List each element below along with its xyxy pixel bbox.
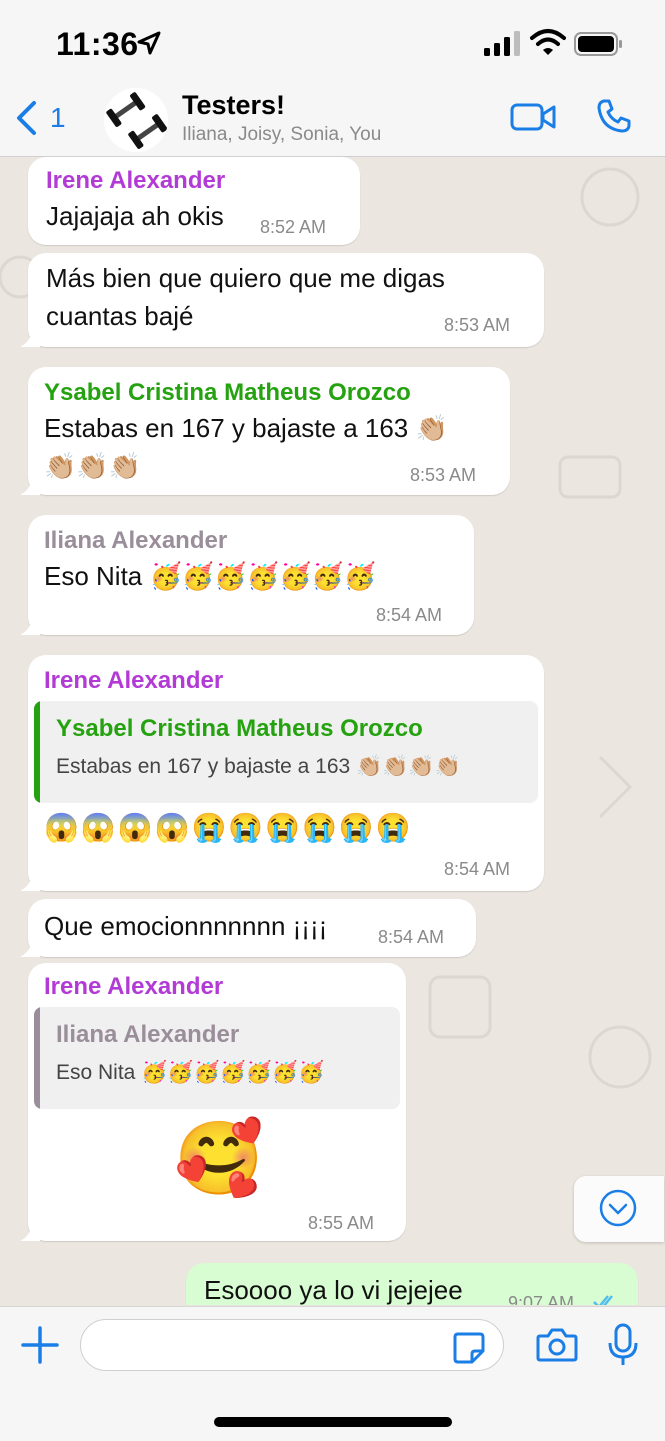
location-arrow-icon [137, 31, 161, 55]
bubble-tail [20, 937, 40, 957]
bubble-tail [20, 871, 40, 891]
quoted-sender: Iliana Alexander [56, 1021, 240, 1048]
phone-icon[interactable] [596, 98, 632, 134]
quote-bar [34, 701, 40, 803]
message-text: Eso Nita 🥳🥳🥳🥳🥳🥳🥳 [44, 561, 377, 591]
bubble-tail [20, 615, 40, 635]
video-call-icon[interactable] [510, 102, 556, 132]
message-time: 8:52 AM [260, 217, 327, 237]
quoted-text: Estabas en 167 y bajaste a 163 👏🏼👏🏼👏🏼👏🏼 [56, 755, 461, 778]
message-text: Esoooo ya lo vi jejejee [204, 1275, 463, 1305]
message-bubble[interactable]: Ysabel Cristina Matheus Orozco Estabas e… [20, 367, 510, 495]
signal-icon [484, 31, 520, 56]
message-text: 😱😱😱😱😭😭😭😭😭😭 [44, 812, 413, 843]
sender-name: Irene Alexander [44, 667, 224, 694]
message-text: Estabas en 167 y bajaste a 163 👏🏼 [44, 413, 448, 443]
message-time: 8:54 AM [444, 859, 511, 879]
status-bar: 11:36 [0, 0, 665, 88]
scroll-down-icon [599, 1189, 637, 1227]
message-bubble[interactable]: Irene Alexander Iliana Alexander Eso Nit… [20, 963, 406, 1241]
quoted-sender: Ysabel Cristina Matheus Orozco [56, 715, 423, 742]
bubble-tail [20, 475, 40, 495]
message-time: 8:54 AM [378, 927, 445, 947]
camera-icon[interactable] [536, 1327, 578, 1363]
message-input[interactable] [80, 1319, 504, 1371]
sticker-emoji: 🥰 [174, 1119, 264, 1199]
mic-icon[interactable] [606, 1323, 640, 1367]
dumbbell-icon [106, 92, 168, 149]
message-time: 8:55 AM [308, 1213, 375, 1233]
sticker-icon[interactable] [452, 1331, 486, 1365]
chat-header: 1 Testers! Iliana, Joisy, Sonia, You [0, 88, 665, 157]
back-count[interactable]: 1 [50, 102, 66, 134]
chat-subtitle[interactable]: Iliana, Joisy, Sonia, You [182, 124, 381, 146]
message-text: cuantas bajé [46, 301, 194, 331]
sender-name: Irene Alexander [46, 167, 226, 194]
message-time: 8:53 AM [444, 315, 511, 335]
back-chevron-icon[interactable] [14, 100, 38, 136]
composer-bar [0, 1306, 665, 1441]
plus-icon[interactable] [20, 1325, 60, 1365]
battery-icon [574, 32, 622, 56]
message-bubble[interactable]: Irene Alexander Ysabel Cristina Matheus … [20, 655, 544, 891]
message-time: 8:54 AM [376, 605, 443, 625]
group-avatar[interactable] [104, 88, 168, 152]
status-time: 11:36 [56, 26, 139, 62]
wifi-icon [530, 29, 566, 55]
message-bubble-outgoing[interactable]: Esoooo ya lo vi jejejee 9:07 AM [186, 1263, 638, 1305]
message-bubble[interactable]: Más bien que quiero que me digas cuantas… [20, 253, 544, 347]
message-bubble[interactable]: Irene Alexander Jajajaja ah okis 8:52 AM [28, 157, 360, 245]
message-bubble[interactable]: Que emocionnnnnnn ¡¡¡¡ 8:54 AM [20, 899, 476, 957]
sender-name: Ysabel Cristina Matheus Orozco [44, 379, 411, 406]
home-indicator [214, 1417, 452, 1427]
message-bubble[interactable]: Iliana Alexander Eso Nita 🥳🥳🥳🥳🥳🥳🥳 8:54 A… [20, 515, 474, 635]
message-time: 8:53 AM [410, 465, 477, 485]
sender-name: Irene Alexander [44, 973, 224, 1000]
quoted-message[interactable]: Iliana Alexander Eso Nita 🥳🥳🥳🥳🥳🥳🥳 [34, 1007, 400, 1109]
scroll-to-bottom-button[interactable] [574, 1176, 664, 1242]
double-check-icon [593, 1295, 613, 1305]
quoted-message[interactable]: Ysabel Cristina Matheus Orozco Estabas e… [34, 701, 538, 803]
quote-bar [34, 1007, 40, 1109]
message-list[interactable]: Irene Alexander Jajajaja ah okis 8:52 AM… [0, 157, 665, 1305]
message-text: 👏🏼👏🏼👏🏼 [44, 451, 142, 481]
message-text: Más bien que quiero que me digas [46, 263, 445, 293]
bubble-tail [20, 327, 40, 347]
message-text: Que emocionnnnnnn ¡¡¡¡ [44, 911, 328, 941]
quoted-text: Eso Nita 🥳🥳🥳🥳🥳🥳🥳 [56, 1061, 325, 1084]
chat-title[interactable]: Testers! [182, 90, 285, 121]
bubble-tail [20, 1221, 40, 1241]
message-time: 9:07 AM [508, 1293, 575, 1305]
message-text: Jajajaja ah okis [46, 201, 224, 231]
sender-name: Iliana Alexander [44, 527, 228, 554]
